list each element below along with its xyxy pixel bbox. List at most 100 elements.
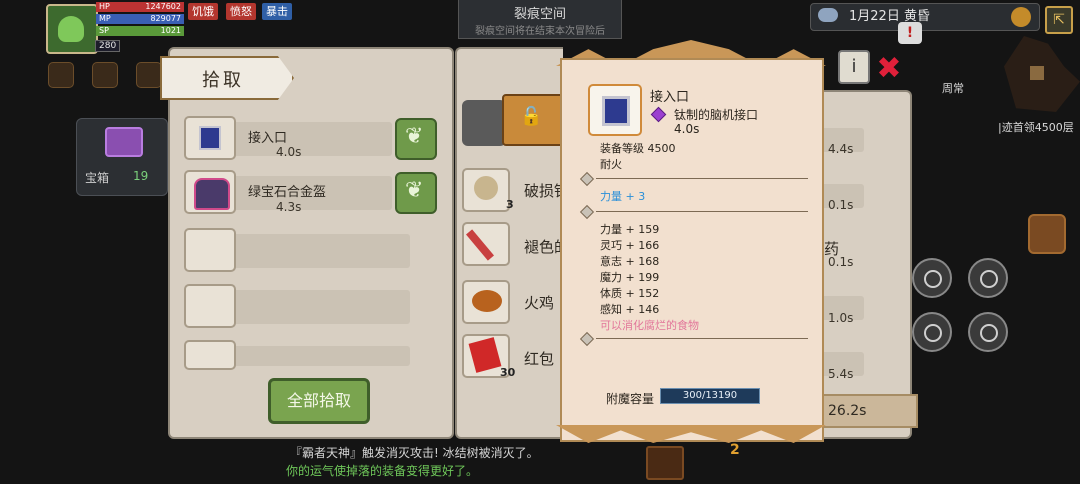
ground-item-time: 0.1s xyxy=(828,255,854,269)
zone-name: 裂痕空间 xyxy=(513,7,566,22)
ground-item-time: 5.4s xyxy=(828,367,854,381)
brain-interface-icon xyxy=(199,126,221,150)
pickup-title-tab: 拾取 xyxy=(160,56,294,100)
exit-icon[interactable]: ⇱ xyxy=(1045,6,1073,34)
empty-slot xyxy=(184,228,236,272)
search-icon[interactable] xyxy=(912,258,952,298)
status-tag-crit[interactable]: 暴击 xyxy=(262,3,292,20)
tooltip-item-icon xyxy=(588,84,642,136)
backpack-icon[interactable] xyxy=(1028,214,1066,254)
mp-bar: MP 829077 xyxy=(96,14,184,24)
ground-item-slot[interactable] xyxy=(462,280,510,324)
grab-button[interactable] xyxy=(395,172,437,214)
item-qty: 30 xyxy=(500,366,516,379)
ground-item-name: 红包 xyxy=(524,350,555,368)
pickup-item-time: 4.3s xyxy=(276,200,302,214)
empty-row-bg xyxy=(232,234,410,268)
item-qty: 3 xyxy=(506,198,514,211)
sword-icon xyxy=(466,229,494,261)
combat-log-line: 你的运气使掉落的装备变得更好了。 xyxy=(286,464,479,478)
combat-log-line: 『霸者天神』触发消灭攻击! 冰结树被消灭了。 xyxy=(290,446,539,460)
status-tag-hunger[interactable]: 饥饿 xyxy=(188,3,218,20)
stat-line: 意志 + 168 xyxy=(600,255,660,268)
hotbar-item-icon[interactable] xyxy=(646,446,684,480)
separator xyxy=(596,178,808,179)
pickup-slot-interface[interactable] xyxy=(184,116,236,160)
chest-icon xyxy=(105,127,143,157)
hp-bar: HP 1247602 xyxy=(96,2,184,12)
pick-all-button[interactable]: 全部拾取 xyxy=(268,378,370,424)
weather-cloud-icon xyxy=(818,8,838,22)
ground-item-time: 1.0s xyxy=(828,311,854,325)
stat-line: 体质 + 152 xyxy=(600,287,660,300)
weekly-label[interactable]: 周常 xyxy=(942,80,964,96)
alert-icon[interactable]: ! xyxy=(898,22,922,44)
enchant-capacity-label: 附魔容量 xyxy=(606,392,655,406)
monster-portrait xyxy=(462,100,506,146)
separator xyxy=(596,211,808,212)
empty-row-bg xyxy=(232,346,410,366)
mp-value: 829077 xyxy=(150,14,181,23)
lock-toggle-icon[interactable] xyxy=(502,94,564,146)
ground-item-time: 4.4s xyxy=(828,142,854,156)
pickup-item-name: 绿宝石合金盔 xyxy=(248,185,327,200)
separator xyxy=(596,338,808,339)
minimap[interactable] xyxy=(1004,36,1080,112)
zone-banner: 裂痕空间 裂痕空间将在结束本次冒险后 xyxy=(458,0,622,39)
zone-subtitle: 裂痕空间将在结束本次冒险后 xyxy=(475,26,605,37)
sp-bar: SP 1021 xyxy=(96,26,184,36)
pickup-item-time: 4.0s xyxy=(276,145,302,159)
enchant-capacity-bar: 300/13190 xyxy=(660,388,760,404)
buff-icon-2[interactable] xyxy=(92,62,118,88)
stat-line: 力量 + 159 xyxy=(600,223,660,236)
tooltip-quality-text: 钛制的脑机接口 xyxy=(674,108,759,122)
date-display: 1月22日 黄昏 xyxy=(810,3,1040,31)
pickup-slot-helmet[interactable] xyxy=(184,170,236,214)
pickup-title: 拾取 xyxy=(202,70,244,91)
total-time: 26.2s xyxy=(828,403,867,419)
compass-icon[interactable] xyxy=(968,312,1008,352)
status-tag-anger[interactable]: 愤怒 xyxy=(226,3,256,20)
stat-line: 灵巧 + 166 xyxy=(600,239,660,252)
tooltip-item-name: 接入口 xyxy=(650,90,690,105)
helmet-icon xyxy=(194,178,230,210)
ground-item-slot[interactable]: 3 xyxy=(462,168,514,212)
chest-label: 宝箱 xyxy=(85,171,110,185)
chest-counter[interactable]: 宝箱 19 xyxy=(76,118,168,196)
bonus-stat: 力量 + 3 xyxy=(600,190,646,203)
sp-value: 1021 xyxy=(160,26,181,35)
grab-button[interactable] xyxy=(395,118,437,160)
info-icon[interactable]: i xyxy=(838,50,870,84)
mp-label: MP xyxy=(99,14,111,23)
close-icon[interactable]: ✖ xyxy=(872,52,906,86)
ground-item-slot[interactable] xyxy=(462,222,510,266)
stat-line: 魔力 + 199 xyxy=(600,271,660,284)
buff-icon-1[interactable] xyxy=(48,62,74,88)
ground-item-name: 火鸡 xyxy=(524,294,555,312)
tooltip-time: 4.0s xyxy=(674,122,700,136)
chest-count: 19 xyxy=(133,169,149,183)
red-envelope-icon xyxy=(468,337,502,373)
pickup-item-name: 接入口 xyxy=(248,131,288,146)
player-avatar[interactable] xyxy=(46,4,98,54)
gear-level: 装备等级 4500 xyxy=(600,142,676,155)
empty-slot xyxy=(184,284,236,328)
buff-icon-3[interactable] xyxy=(136,62,162,88)
stat-line: 感知 + 146 xyxy=(600,303,660,316)
sp-label: SP xyxy=(99,26,109,35)
skill-icon[interactable] xyxy=(912,312,952,352)
empty-row-bg xyxy=(232,290,410,324)
ore-icon xyxy=(474,176,498,200)
book-icon[interactable] xyxy=(968,258,1008,298)
item-note: 可以消化腐烂的食物 xyxy=(600,319,699,332)
hp-label: HP xyxy=(99,2,110,11)
item-trait: 耐火 xyxy=(600,158,622,171)
empty-slot xyxy=(184,340,236,370)
total-time-box: 26.2s xyxy=(822,394,918,428)
ground-item-time: 0.1s xyxy=(828,198,854,212)
boss-info-text: |迹首领4500层 xyxy=(998,121,1074,134)
turkey-icon xyxy=(472,290,502,312)
world-map-icon[interactable] xyxy=(1011,7,1031,27)
ground-item-slot[interactable]: 30 xyxy=(462,334,515,379)
hp-value: 1247602 xyxy=(145,2,181,11)
